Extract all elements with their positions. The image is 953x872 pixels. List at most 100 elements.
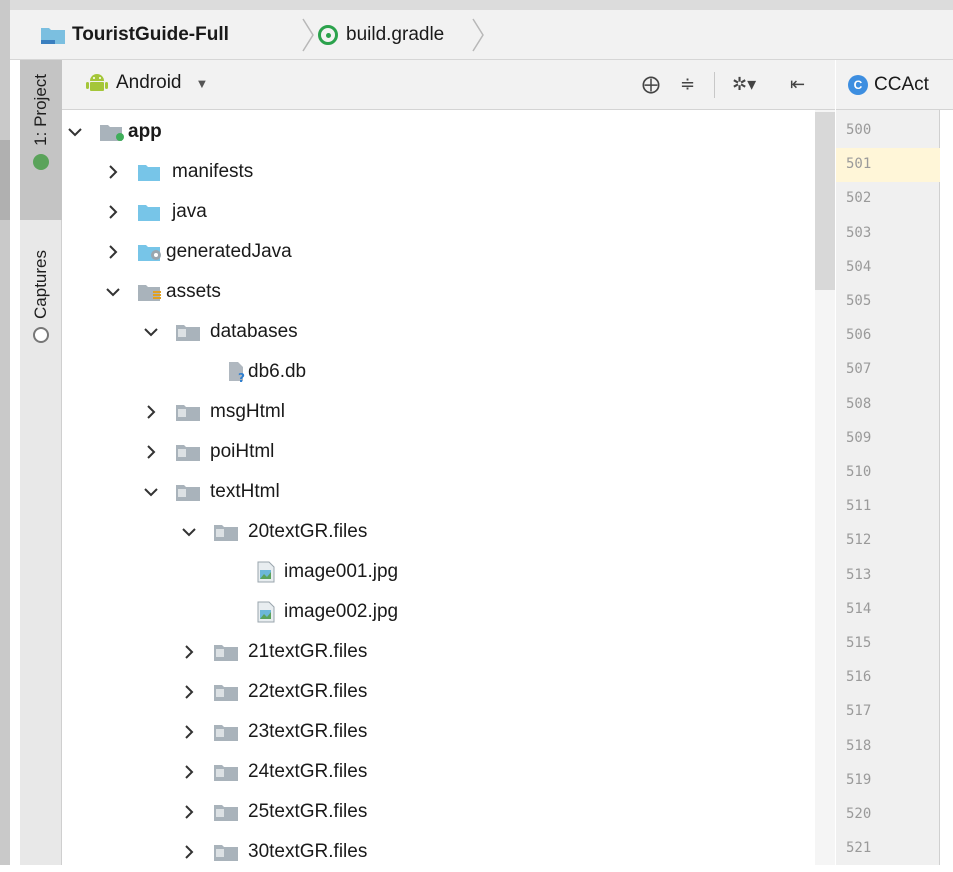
line-number: 519: [846, 771, 872, 788]
tree-node[interactable]: 22textGR.files: [62, 672, 812, 712]
tree-node-label: 22textGR.files: [248, 681, 368, 702]
folder-icon: [138, 203, 160, 221]
code-area[interactable]: [940, 110, 953, 865]
tree-node[interactable]: assets: [62, 272, 812, 312]
tree-node[interactable]: databases: [62, 312, 812, 352]
chevron-right-icon[interactable]: [106, 205, 120, 219]
line-number: 508: [846, 395, 872, 412]
line-number: 509: [846, 429, 872, 446]
line-number: 504: [846, 258, 872, 275]
chevron-right-icon[interactable]: [182, 645, 196, 659]
chevron-down-icon[interactable]: [144, 325, 158, 339]
toolbar-divider: [714, 72, 715, 98]
line-number: 503: [846, 224, 872, 241]
grey-folder-icon: [214, 683, 238, 701]
line-number: 515: [846, 635, 872, 651]
editor-tab[interactable]: C CCAct: [836, 60, 953, 110]
tree-node[interactable]: image002.jpg: [62, 592, 812, 632]
tree-node-label: app: [128, 121, 162, 142]
grey-folder-icon: [176, 483, 200, 501]
tree-node[interactable]: 24textGR.files: [62, 752, 812, 792]
tree-node[interactable]: 25textGR.files: [62, 792, 812, 832]
line-number: 512: [846, 532, 872, 549]
line-number: 520: [846, 806, 872, 822]
chevron-right-icon[interactable]: [182, 685, 196, 699]
breadcrumb-project[interactable]: TouristGuide-Full: [40, 22, 229, 48]
tree-node[interactable]: textHtml: [62, 472, 812, 512]
tree-node[interactable]: generatedJava: [62, 232, 812, 272]
locate-file-icon[interactable]: ⨁: [642, 74, 660, 95]
tree-node[interactable]: 30textGR.files: [62, 832, 812, 872]
scrollbar-thumb[interactable]: [815, 112, 835, 290]
gradle-icon: [318, 25, 338, 45]
tree-node[interactable]: poiHtml: [62, 432, 812, 472]
chevron-right-icon[interactable]: [106, 245, 120, 259]
captures-tool-tab[interactable]: Captures: [20, 240, 62, 380]
window-top-edge: [0, 0, 953, 10]
chevron-right-icon[interactable]: [144, 405, 158, 419]
hide-panel-icon[interactable]: ⇤: [790, 74, 805, 95]
tree-node-label: image002.jpg: [284, 601, 399, 622]
chevron-down-icon: ▼: [195, 75, 209, 91]
tree-node[interactable]: 20textGR.files: [62, 512, 812, 552]
grey-folder-icon: [214, 523, 238, 541]
project-panel-header: Android ▼ ⨁ ≑ ✲▾ ⇤: [62, 60, 835, 110]
grey-folder-icon: [214, 803, 238, 821]
image-file-icon: [256, 561, 278, 583]
tree-node-label: 30textGR.files: [248, 841, 368, 862]
chevron-right-icon[interactable]: [144, 445, 158, 459]
chevron-down-icon[interactable]: [68, 125, 82, 139]
tree-node-label: msgHtml: [210, 401, 285, 422]
tree-node[interactable]: java: [62, 192, 812, 232]
breadcrumb-file[interactable]: build.gradle: [318, 22, 444, 48]
grey-folder-icon: [176, 443, 200, 461]
svg-text:?: ?: [238, 371, 245, 383]
chevron-right-icon[interactable]: [106, 165, 120, 179]
android-icon: [86, 72, 108, 94]
project-folder-icon: [40, 25, 66, 45]
tree-node[interactable]: ? db6.db: [62, 352, 812, 392]
window-left-edge: [0, 0, 10, 865]
folder-icon: [138, 163, 160, 181]
line-number: 517: [846, 703, 872, 720]
tool-window-strip: 1: Project Captures: [20, 60, 62, 865]
view-selector[interactable]: Android ▼: [86, 72, 208, 94]
tree-node-label: 25textGR.files: [248, 801, 368, 822]
chevron-right-icon[interactable]: [182, 725, 196, 739]
line-number: 501: [846, 156, 872, 173]
tree-node[interactable]: image001.jpg: [62, 552, 812, 592]
breadcrumb-separator-icon: [302, 18, 314, 52]
collapse-all-icon[interactable]: ≑: [680, 74, 695, 95]
chevron-down-icon[interactable]: [182, 525, 196, 539]
chevron-down-icon[interactable]: [106, 285, 120, 299]
captures-tab-label: Captures: [31, 250, 50, 319]
image-file-icon: [256, 601, 278, 623]
breadcrumb-separator-icon: [472, 18, 484, 52]
tree-node[interactable]: manifests: [62, 152, 812, 192]
chevron-right-icon[interactable]: [182, 845, 196, 859]
line-number: 518: [846, 737, 872, 754]
tree-node-label: textHtml: [210, 481, 280, 502]
line-number: 513: [846, 566, 872, 583]
line-number: 502: [846, 190, 872, 207]
gear-icon[interactable]: ✲▾: [732, 74, 756, 95]
line-number: 516: [846, 669, 872, 686]
project-tree: app manifests java generatedJava assets datab…: [62, 110, 835, 865]
tree-node[interactable]: 21textGR.files: [62, 632, 812, 672]
chevron-right-icon[interactable]: [182, 805, 196, 819]
tree-node[interactable]: msgHtml: [62, 392, 812, 432]
tree-node[interactable]: app: [62, 112, 812, 152]
chevron-right-icon[interactable]: [182, 765, 196, 779]
project-tool-tab[interactable]: 1: Project: [20, 60, 62, 220]
grey-folder-icon: [214, 643, 238, 661]
tree-node-label: db6.db: [248, 361, 307, 382]
grey-folder-icon: [214, 763, 238, 781]
tree-node-label: image001.jpg: [284, 561, 399, 582]
chevron-down-icon[interactable]: [144, 485, 158, 499]
tree-node[interactable]: 23textGR.files: [62, 712, 812, 752]
grey-folder-icon: [214, 723, 238, 741]
view-selector-label: Android: [116, 72, 182, 93]
tree-node-label: poiHtml: [210, 441, 275, 462]
tree-node-label: 24textGR.files: [248, 761, 368, 782]
unknown-file-icon: ?: [226, 361, 248, 385]
